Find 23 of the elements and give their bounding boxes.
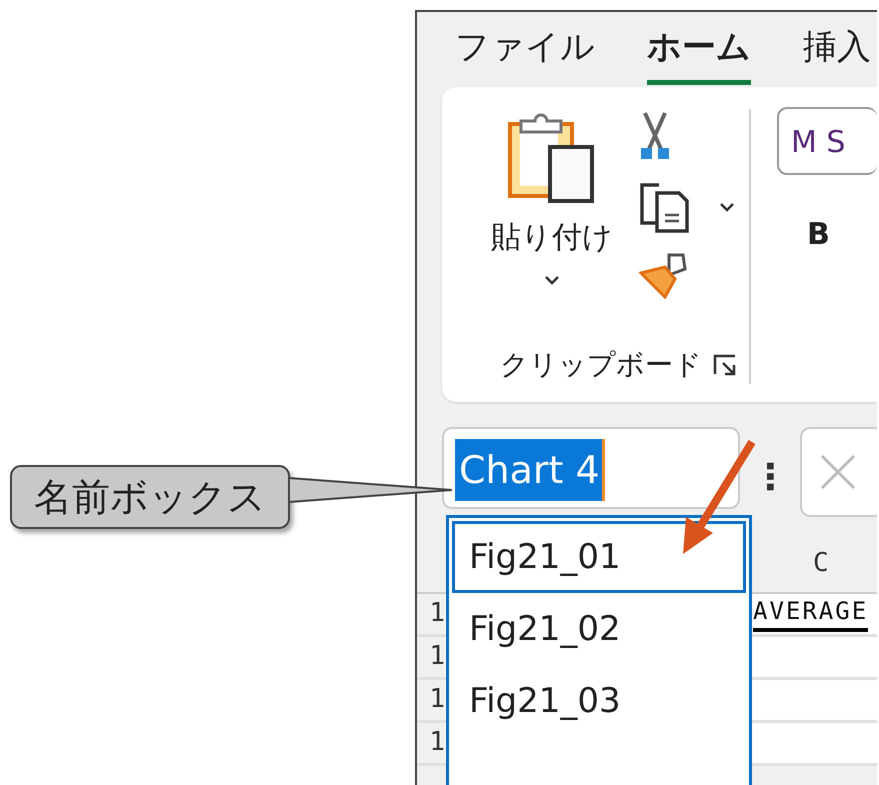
- copy-icon[interactable]: [639, 181, 689, 233]
- list-item[interactable]: Fig21_03: [452, 665, 746, 737]
- launcher-icon[interactable]: [713, 354, 737, 376]
- more-icon[interactable]: [767, 462, 775, 492]
- callout: 名前ボックス: [10, 465, 290, 529]
- list-item[interactable]: Fig21_01: [452, 521, 746, 593]
- ribbon-tab[interactable]: ファイル: [455, 20, 595, 85]
- brush-icon[interactable]: [639, 251, 689, 299]
- group-label: クリップボード: [500, 347, 702, 383]
- ribbon-tab[interactable]: 挿入: [803, 20, 871, 85]
- row-number: 1: [417, 594, 445, 634]
- row-number: 1: [417, 680, 445, 720]
- list-item[interactable]: Fig21_02: [452, 593, 746, 665]
- close-icon: [820, 454, 856, 490]
- caret-icon: [544, 275, 560, 285]
- caret-icon: [719, 202, 735, 212]
- bold-button[interactable]: B: [803, 217, 834, 252]
- column-header: C: [813, 548, 829, 578]
- font-field[interactable]: M S: [777, 107, 877, 175]
- paste-button[interactable]: 貼り付け: [491, 218, 613, 258]
- row-number: 1: [417, 723, 445, 763]
- row-number: 1: [417, 637, 445, 677]
- name-box[interactable]: Chart 4: [442, 427, 740, 509]
